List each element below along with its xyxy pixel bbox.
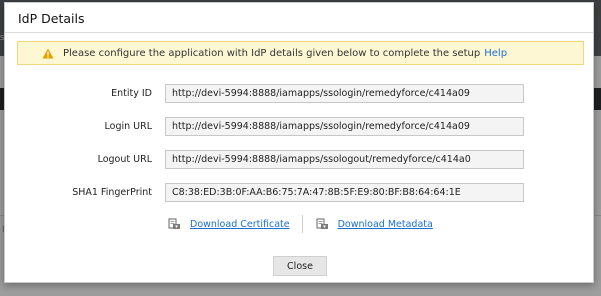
- download-metadata-link[interactable]: Download Metadata: [315, 218, 433, 230]
- alert-message: Please configure the application with Id…: [63, 47, 481, 59]
- download-certificate-link[interactable]: Download Certificate: [167, 218, 290, 230]
- download-document-icon: [316, 218, 328, 229]
- logout-url-label: Logout URL: [97, 154, 152, 165]
- download-links: Download Certificate Download Metadata: [167, 214, 433, 234]
- idp-details-dialog: IdP Details Please configure the applica…: [4, 2, 594, 283]
- help-link[interactable]: Help: [484, 48, 507, 59]
- dialog-header: IdP Details: [5, 3, 593, 33]
- warning-icon: [42, 48, 54, 58]
- links-divider: [301, 215, 303, 233]
- login-url-label: Login URL: [104, 121, 153, 132]
- download-metadata-label[interactable]: Download Metadata: [338, 219, 433, 230]
- download-certificate-label[interactable]: Download Certificate: [190, 219, 290, 230]
- logout-url-field[interactable]: http://devi-5994:8888/iamapps/ssologout/…: [165, 150, 524, 169]
- setup-alert: Please configure the application with Id…: [17, 41, 584, 65]
- download-document-icon: [168, 218, 180, 229]
- sha1-fingerprint-label: SHA1 FingerPrint: [72, 187, 152, 198]
- close-button[interactable]: Close: [273, 256, 327, 276]
- entity-id-field[interactable]: http://devi-5994:8888/iamapps/ssologin/r…: [165, 84, 524, 103]
- login-url-field[interactable]: http://devi-5994:8888/iamapps/ssologin/r…: [165, 117, 524, 136]
- sha1-fingerprint-field[interactable]: C8:38:ED:3B:0F:AA:B6:75:7A:47:8B:5F:E9:8…: [165, 183, 524, 202]
- entity-id-label: Entity ID: [111, 88, 152, 99]
- dialog-title: IdP Details: [18, 11, 85, 26]
